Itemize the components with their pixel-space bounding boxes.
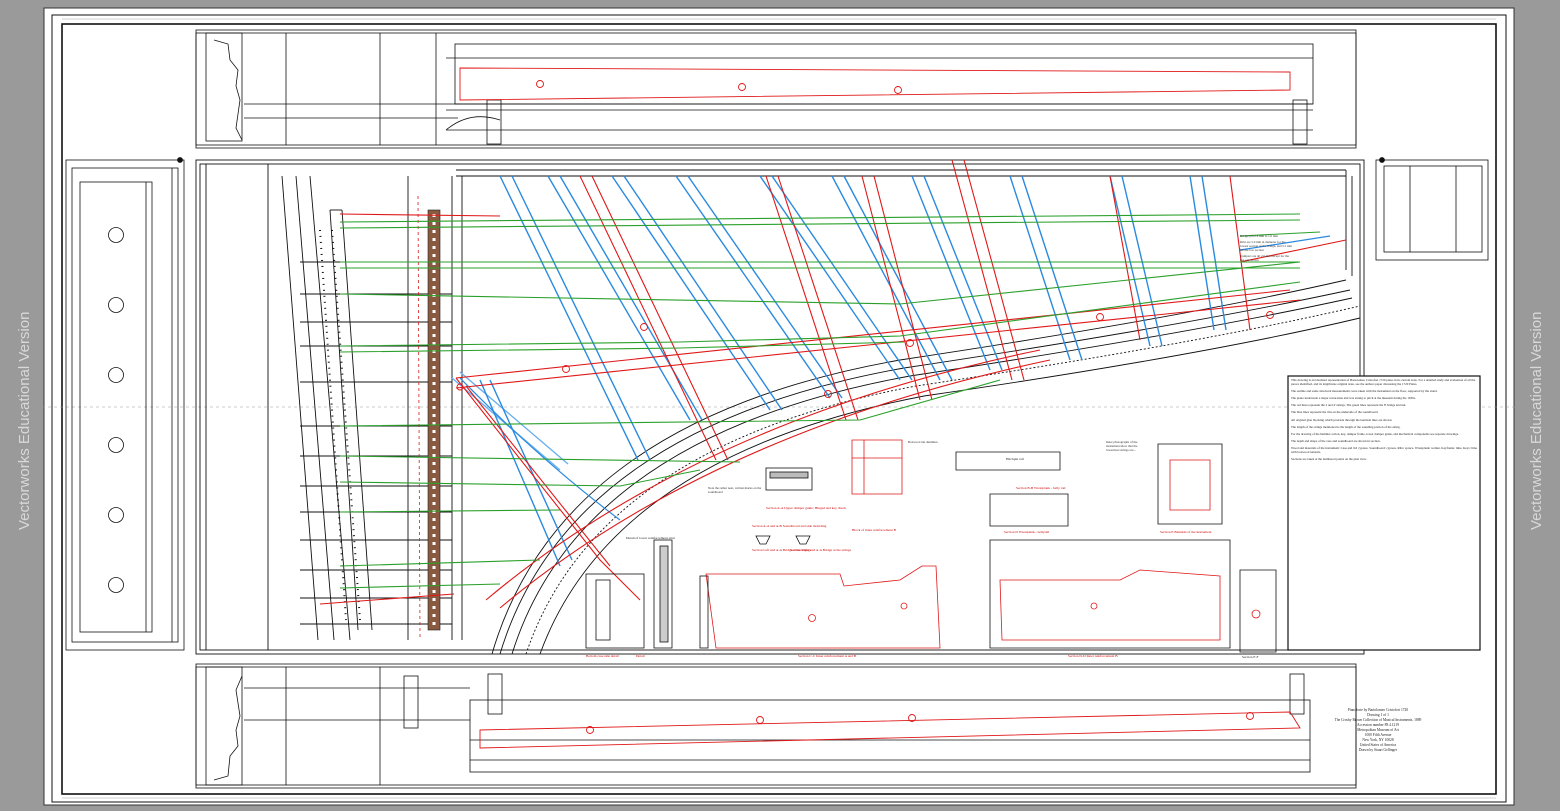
section-caption: Section D Wrestplank - bellyrail: [1004, 530, 1050, 534]
note-paragraph: The red lines represent the 2 and 4' str…: [1291, 403, 1407, 408]
section-caption: Detail of lower reinforcement strut: [626, 536, 675, 540]
note-paragraph: The depth and shape of the case and soun…: [1291, 438, 1381, 443]
note-paragraph: This drawing is an idealized representat…: [1291, 378, 1476, 387]
annotation-note: Inner photographs of the instrument show…: [1106, 440, 1138, 452]
note-paragraph: Sections are taken at the numbered point…: [1291, 457, 1367, 462]
section-caption: Section C-C Inner reinforcement A and B: [798, 654, 857, 658]
title-line: Drawn by Stuart Gellinger: [1358, 748, 1398, 752]
section-caption: Hitchpin rail: [1006, 457, 1024, 461]
section-caption: Detail: [636, 654, 645, 658]
section-caption: Section A-A Upper damper guide: Hinged a…: [766, 506, 846, 510]
title-block: Pianoforte by Bartolomeo Cristofori 1720…: [1303, 708, 1453, 753]
annotation-note: Ribs are 5.0 mm in diameter for the lowe…: [1240, 240, 1292, 252]
annotation-note: Bridge pin 0.8 mm to 1.0 mm: [1240, 234, 1278, 238]
drawing-notes: This drawing is an idealized representat…: [1291, 378, 1477, 646]
watermark-left: Vectorworks Educational Version: [16, 311, 33, 530]
section-caption: Section B-B Wrestplank - belly rail: [1016, 486, 1066, 490]
note-paragraph: Wood and materials of the instrument: Ca…: [1291, 445, 1477, 455]
section-caption: Block of inner reinforcement B: [852, 528, 896, 532]
section-caption: Section D-D Inner reinforcement B: [1068, 654, 1118, 658]
annotation-note: Note the rather neat, written marks on t…: [708, 486, 762, 494]
note-paragraph: The blue lines represent the ribs on the…: [1291, 410, 1379, 415]
section-caption: Section Right end A-A Bridge at the stri…: [790, 548, 851, 552]
annotation-note: Boxwood nut dummies: [908, 440, 938, 444]
section-caption: Bottom case side detail: [586, 654, 619, 658]
note-paragraph: All original glue blocking which protrud…: [1291, 417, 1393, 422]
section-caption: Section E Bentside of the instrument: [1160, 530, 1212, 534]
watermark-right: Vectorworks Educational Version: [1528, 311, 1545, 530]
keyboard-wood-strip: [427, 209, 441, 631]
section-caption: Section F-F: [1242, 655, 1259, 659]
note-paragraph: For the drawing of the hammer action, ke…: [1291, 431, 1459, 436]
section-caption: Section A-A and A-B Soundboard and side …: [752, 524, 827, 528]
note-paragraph: The length of the strings mentioned is t…: [1291, 424, 1401, 429]
annotation-note: Dampers are all 2.6 mm except for the la…: [1240, 254, 1290, 262]
note-paragraph: The outline and some structural measurem…: [1291, 389, 1438, 394]
note-paragraph: The piano underwent a major restoration …: [1291, 396, 1416, 401]
